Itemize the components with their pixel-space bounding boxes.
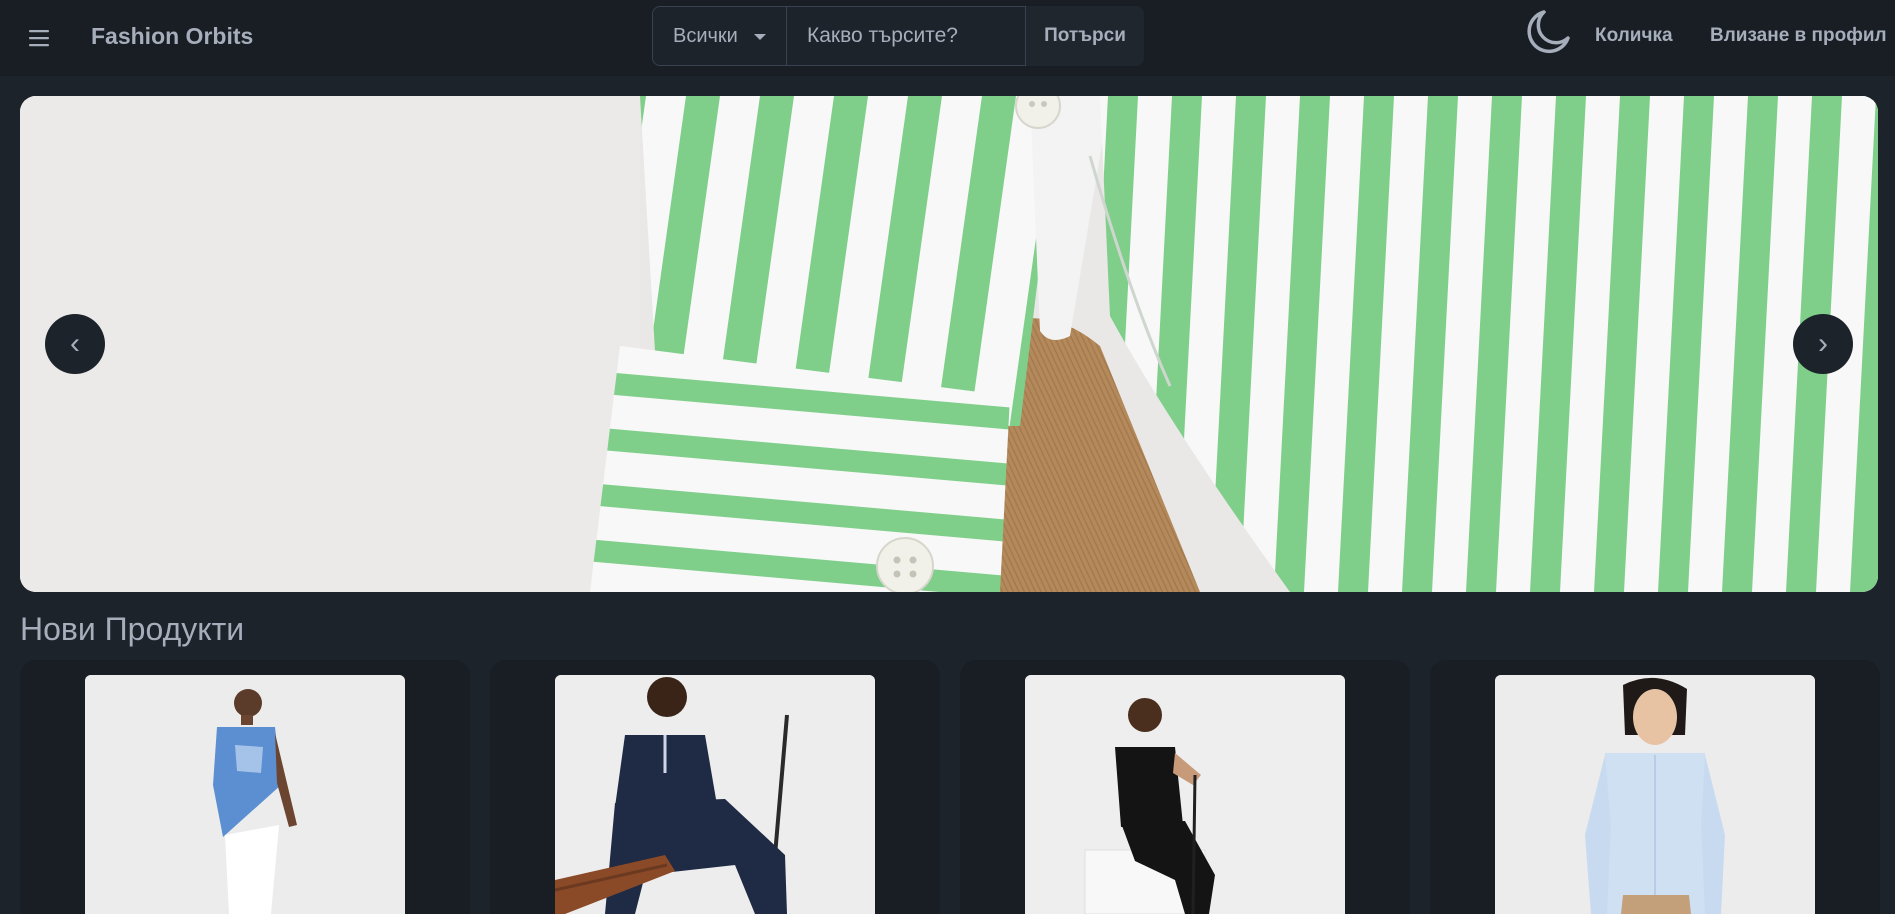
carousel-slide-image xyxy=(20,96,1878,592)
moon-icon[interactable] xyxy=(1524,8,1572,56)
carousel-prev-button[interactable]: ‹ xyxy=(45,314,105,374)
product-image[interactable] xyxy=(1025,675,1345,914)
product-card[interactable] xyxy=(490,660,940,914)
search-button[interactable]: Потърси xyxy=(1026,6,1144,66)
chevron-down-icon xyxy=(754,34,766,40)
carousel-next-button[interactable]: › xyxy=(1793,314,1853,374)
category-select[interactable]: Всички xyxy=(652,6,786,66)
top-navbar: Fashion Orbits Всички Потърси Количка Вл… xyxy=(0,0,1895,76)
category-select-value: Всички xyxy=(673,24,738,47)
product-image[interactable] xyxy=(1495,675,1815,914)
product-image[interactable] xyxy=(85,675,405,914)
section-title: Нови Продукти xyxy=(20,611,245,647)
login-link[interactable]: Влизане в профил xyxy=(1710,25,1887,47)
product-image[interactable] xyxy=(555,675,875,914)
hamburger-icon[interactable] xyxy=(22,20,58,56)
brand-logo-text[interactable]: Fashion Orbits xyxy=(91,23,253,50)
search-input[interactable] xyxy=(786,6,1026,66)
product-card[interactable] xyxy=(1430,660,1880,914)
product-card[interactable] xyxy=(20,660,470,914)
product-card[interactable] xyxy=(960,660,1410,914)
search-bar: Всички Потърси xyxy=(652,6,1144,66)
hero-carousel: ‹ › xyxy=(20,96,1878,592)
cart-link[interactable]: Количка xyxy=(1595,25,1673,47)
